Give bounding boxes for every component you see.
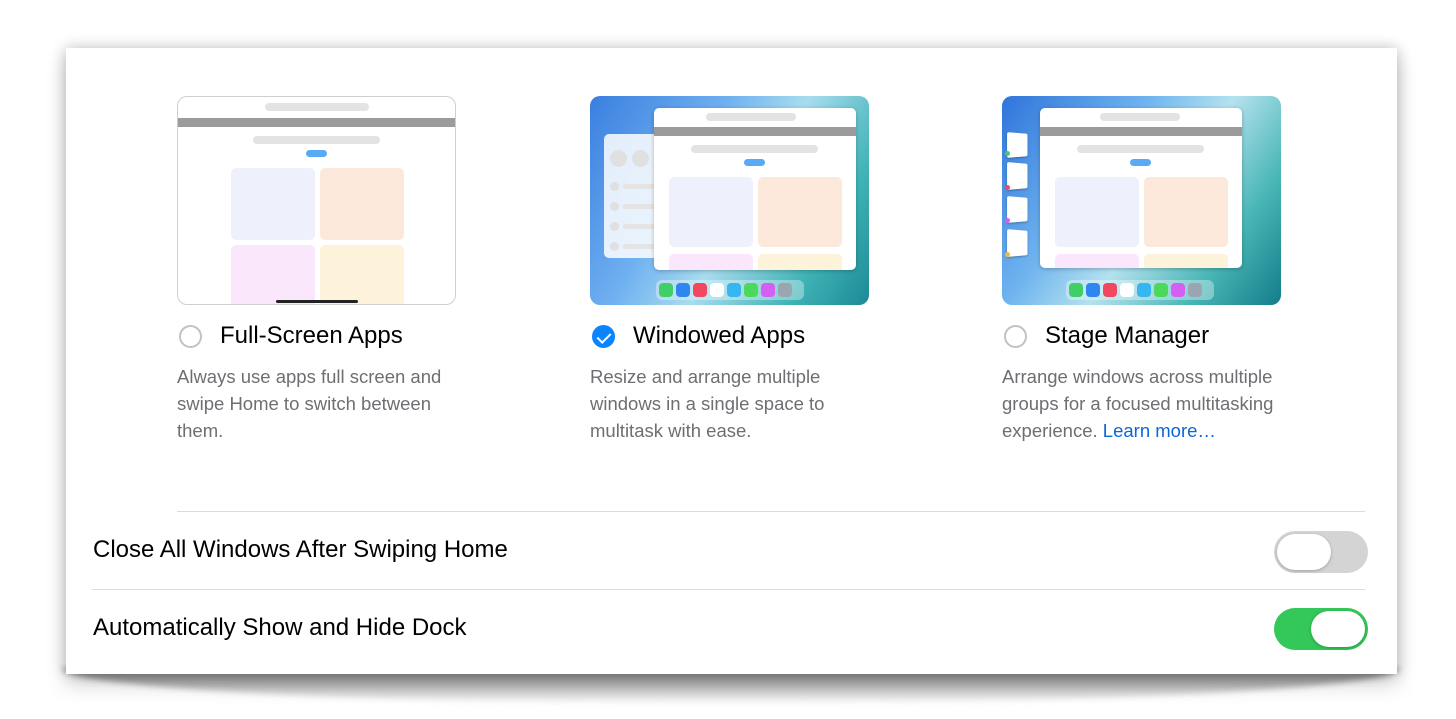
preview-toolbar	[654, 127, 856, 136]
stage-manager-label: Stage Manager	[1045, 322, 1210, 349]
preview-tile	[1055, 177, 1139, 247]
preview-heading-pill	[253, 136, 380, 144]
stage-app-dot	[1005, 218, 1010, 223]
full-screen-apps-preview[interactable]	[177, 96, 456, 305]
stage-group-card	[1007, 229, 1028, 257]
full-screen-apps-radio[interactable]	[179, 324, 202, 348]
option-windowed-apps[interactable]: Windowed Apps Resize and arrange multipl…	[590, 96, 890, 444]
preview-tile	[1144, 177, 1228, 247]
preview-line	[623, 204, 657, 209]
preview-dot	[610, 202, 619, 211]
close-all-windows-label: Close All Windows After Swiping Home	[93, 536, 508, 563]
preview-line	[623, 244, 657, 249]
preview-line	[623, 184, 657, 189]
preview-button	[306, 150, 327, 157]
preview-button	[744, 159, 765, 166]
windowed-apps-radio[interactable]	[592, 324, 615, 348]
stage-group-card	[1007, 162, 1028, 190]
preview-avatar	[610, 150, 627, 167]
stage-manager-radio[interactable]	[1004, 324, 1027, 348]
preview-tile	[231, 168, 315, 240]
preview-dot	[610, 222, 619, 231]
stage-manager-preview[interactable]	[1002, 96, 1281, 305]
section-divider	[177, 511, 1365, 512]
preview-dot	[610, 182, 619, 191]
preview-tile	[231, 245, 315, 304]
auto-show-hide-dock-label: Automatically Show and Hide Dock	[93, 614, 467, 641]
stage-group-card	[1007, 196, 1028, 223]
preview-dot	[610, 242, 619, 251]
learn-more-link[interactable]: Learn more…	[1103, 420, 1216, 441]
windowed-apps-description: Resize and arrange multiple windows in a…	[590, 366, 825, 441]
preview-tile	[669, 254, 753, 270]
preview-front-window	[654, 108, 856, 270]
auto-show-hide-dock-toggle[interactable]	[1274, 608, 1368, 650]
preview-button	[1130, 159, 1151, 166]
stage-manager-radio-row[interactable]: Stage Manager	[1002, 321, 1302, 351]
toggle-knob	[1277, 534, 1331, 570]
full-screen-apps-label: Full-Screen Apps	[220, 322, 403, 349]
preview-tile	[758, 254, 842, 270]
close-all-windows-toggle[interactable]	[1274, 531, 1368, 573]
preview-dock	[1066, 280, 1214, 300]
preview-tile	[320, 245, 404, 304]
preview-dock	[656, 280, 804, 300]
preview-tile	[320, 168, 404, 240]
option-stage-manager[interactable]: Stage Manager Arrange windows across mul…	[1002, 96, 1302, 444]
preview-title-pill	[1100, 113, 1180, 121]
windowed-apps-radio-row[interactable]: Windowed Apps	[590, 321, 890, 351]
preview-tile	[1144, 254, 1228, 268]
multitasking-settings-panel: Full-Screen Apps Always use apps full sc…	[66, 48, 1397, 674]
full-screen-apps-radio-row[interactable]: Full-Screen Apps	[177, 321, 477, 351]
full-screen-apps-description: Always use apps full screen and swipe Ho…	[177, 366, 442, 441]
preview-title-pill	[265, 103, 369, 111]
preview-toolbar	[178, 118, 455, 127]
preview-avatar	[632, 150, 649, 167]
preview-heading-pill	[691, 145, 818, 153]
home-indicator	[276, 300, 358, 303]
windowed-apps-preview[interactable]	[590, 96, 869, 305]
stage-manager-description: Arrange windows across multiple groups f…	[1002, 363, 1292, 444]
preview-stage-window	[1040, 108, 1242, 268]
preview-line	[623, 224, 657, 229]
stage-app-dot	[1005, 252, 1010, 257]
stage-group-card	[1007, 132, 1028, 158]
stage-app-dot	[1005, 185, 1010, 190]
toggle-knob	[1311, 611, 1365, 647]
option-full-screen-apps[interactable]: Full-Screen Apps Always use apps full sc…	[177, 96, 477, 444]
preview-tile	[669, 177, 753, 247]
row-divider	[92, 589, 1365, 590]
preview-tile	[1055, 254, 1139, 268]
windowed-apps-label: Windowed Apps	[633, 322, 806, 349]
preview-toolbar	[1040, 127, 1242, 136]
preview-tile	[758, 177, 842, 247]
stage-app-dot	[1005, 151, 1010, 156]
preview-title-pill	[706, 113, 796, 121]
preview-heading-pill	[1077, 145, 1204, 153]
